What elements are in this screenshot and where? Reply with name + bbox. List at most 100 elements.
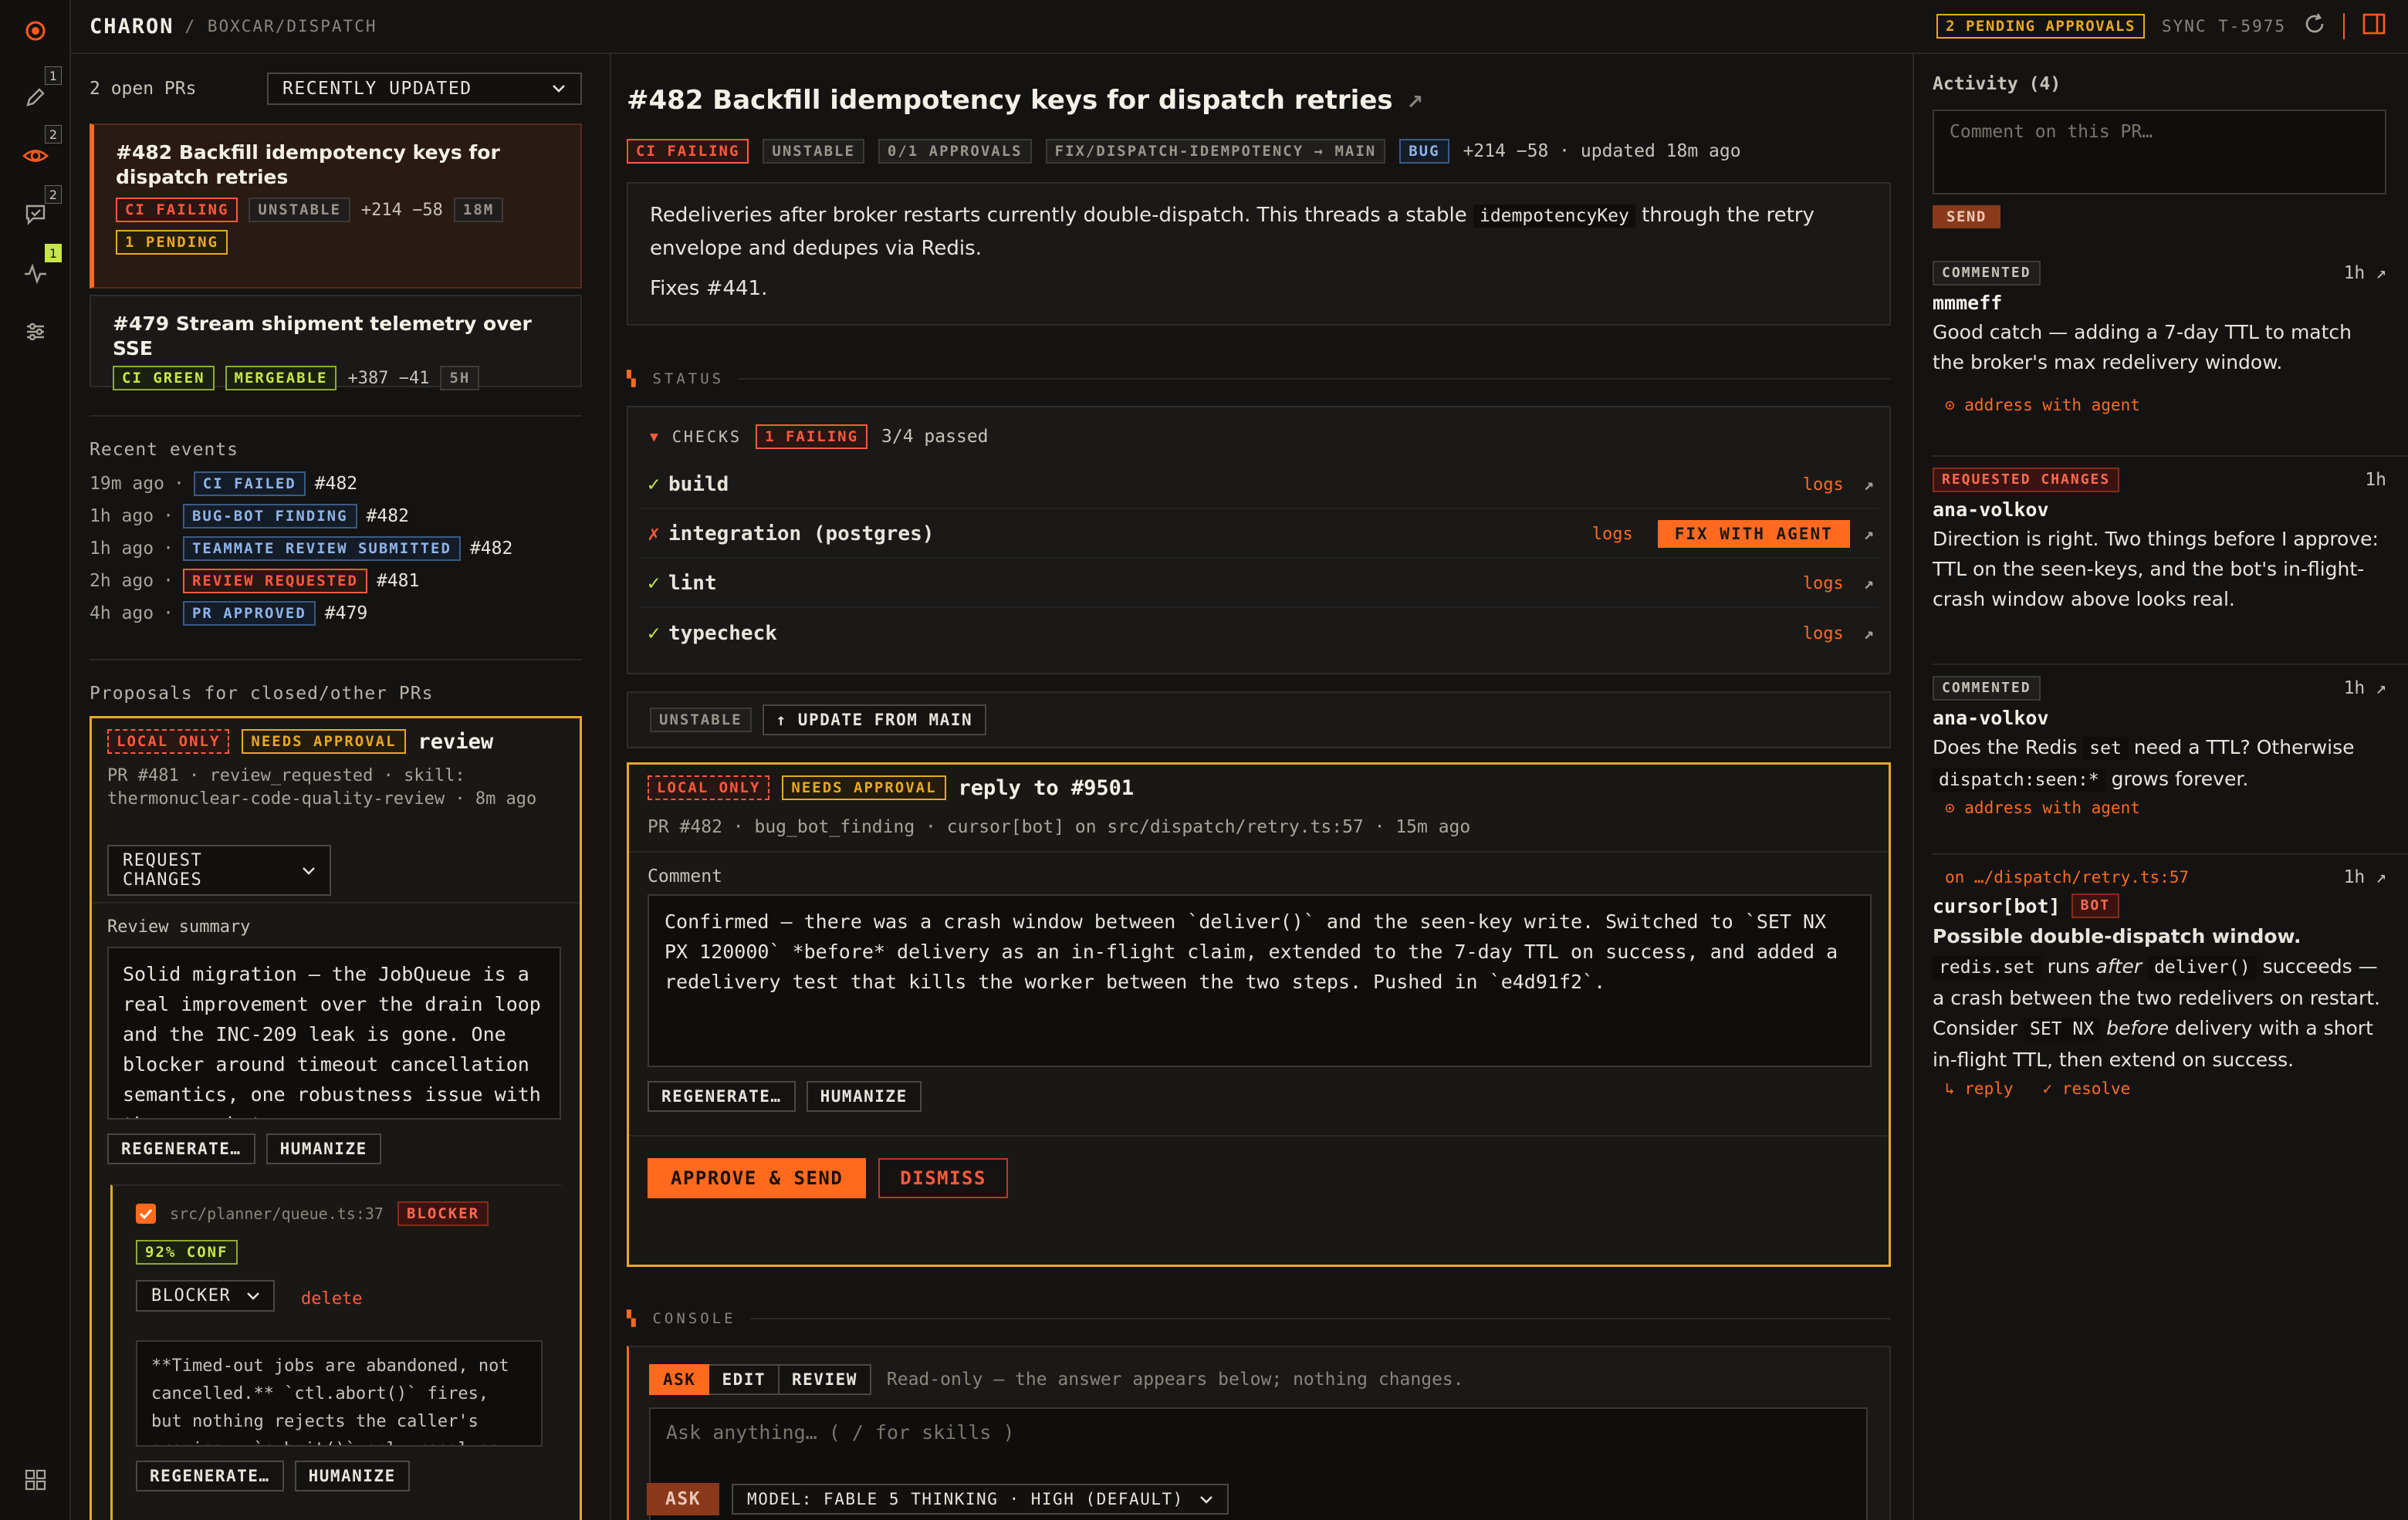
event-tag: REVIEW REQUESTED (182, 569, 367, 593)
activity-user[interactable]: mmmeff (1933, 292, 2386, 314)
event-row[interactable]: 2h ago · REVIEW REQUESTED #481 (90, 565, 582, 597)
sliders-icon[interactable] (20, 316, 51, 347)
tab-edit[interactable]: EDIT (709, 1364, 780, 1395)
address-with-agent-link[interactable]: ⊙ address with agent (1945, 799, 2386, 817)
refresh-icon[interactable] (2303, 12, 2326, 41)
external-link-icon[interactable]: ↗ (1864, 525, 1874, 544)
model-select[interactable]: MODEL: FABLE 5 THINKING · HIGH (DEFAULT) (732, 1484, 1229, 1515)
event-row[interactable]: 19m ago · CI FAILED #482 (90, 468, 582, 500)
needs-approval-badge: NEEDS APPROVAL (782, 775, 946, 800)
check-row-typecheck[interactable]: ✓ typecheck logs ↗ (639, 610, 1879, 657)
breadcrumb[interactable]: / BOXCAR/DISPATCH (185, 17, 377, 35)
diff-meta: +214 −58 · updated 18m ago (1463, 141, 1741, 161)
chevron-down-icon (246, 1286, 260, 1306)
pr-card-479[interactable]: #479 Stream shipment telemetry over SSE … (90, 295, 582, 390)
inline-code: redis.set (1933, 956, 2041, 979)
external-link-icon[interactable]: ↗ (2376, 263, 2386, 283)
pr-title: #479 Stream shipment telemetry over SSE (113, 312, 532, 360)
finding-path[interactable]: src/planner/queue.ts:37 (170, 1204, 384, 1223)
activity-time-value: 1h (2343, 867, 2366, 887)
external-link-icon[interactable]: ↗ (2376, 867, 2386, 887)
external-link-icon[interactable]: ↗ (1406, 91, 1423, 114)
regenerate-button[interactable]: REGENERATE… (107, 1133, 255, 1164)
console-section-label: ▚ CONSOLE (627, 1310, 1891, 1327)
humanize-button[interactable]: HUMANIZE (265, 1133, 381, 1164)
review-summary-textarea[interactable]: Solid migration — the JobQueue is a real… (107, 947, 561, 1120)
activity-time: 1h ↗ (2344, 263, 2386, 283)
delete-finding-link[interactable]: delete (301, 1289, 362, 1309)
activity-body: Good catch — adding a 7-day TTL to match… (1933, 321, 2352, 373)
activity-user[interactable]: ana-volkov (1933, 498, 2386, 521)
rail-badge: 2 (45, 125, 62, 144)
inline-code: set (2083, 737, 2128, 760)
reply-comment-textarea[interactable]: Confirmed — there was a crash window bet… (648, 894, 1872, 1067)
finding-checkbox[interactable] (136, 1204, 156, 1224)
external-link-icon[interactable]: ↗ (1864, 574, 1874, 593)
ask-button[interactable]: ASK (647, 1483, 720, 1515)
eye-icon[interactable] (20, 140, 51, 171)
activity-panel: Activity (4) Comment on this PR… SEND CO… (1913, 54, 2408, 1520)
pr-card-482[interactable]: #482 Backfill idempotency keys for dispa… (90, 123, 582, 289)
model-select-value: MODEL: FABLE 5 THINKING · HIGH (DEFAULT) (747, 1490, 1184, 1508)
divider (629, 1135, 1889, 1137)
external-link-icon[interactable]: ↗ (2376, 678, 2386, 698)
event-separator: · (163, 571, 174, 591)
activity-time-value: 1h (2343, 263, 2366, 283)
pr-comment-input[interactable]: Comment on this PR… (1933, 110, 2386, 194)
regenerate-button[interactable]: REGENERATE… (648, 1081, 796, 1112)
comment-check-icon[interactable] (20, 199, 51, 230)
chevron-down-icon[interactable]: ▼ (650, 429, 658, 445)
event-row[interactable]: 1h ago · BUG-BOT FINDING #482 (90, 500, 582, 532)
rail-badge: 1 (45, 244, 62, 262)
sort-select-value: RECENTLY UPDATED (282, 79, 472, 99)
branch-badge[interactable]: FIX/DISPATCH-IDEMPOTENCY → MAIN (1045, 139, 1386, 164)
needs-approval-badge: NEEDS APPROVAL (242, 729, 406, 754)
tab-review[interactable]: REVIEW (780, 1364, 871, 1395)
sync-status: SYNC T-5975 (2161, 17, 2286, 35)
humanize-button[interactable]: HUMANIZE (294, 1461, 410, 1491)
event-time: 2h ago (90, 571, 154, 591)
divider (738, 378, 1891, 380)
file-path-link[interactable]: on …/dispatch/retry.ts:57 (1945, 868, 2189, 887)
sort-select[interactable]: RECENTLY UPDATED (267, 73, 582, 105)
dismiss-button[interactable]: DISMISS (878, 1158, 1008, 1198)
severity-select[interactable]: BLOCKER (136, 1280, 275, 1312)
address-with-agent-link[interactable]: ⊙ address with agent (1945, 396, 2386, 414)
check-row-build[interactable]: ✓ build logs ↗ (639, 461, 1879, 509)
activity-icon[interactable] (20, 258, 51, 289)
update-from-main-button[interactable]: ↑ UPDATE FROM MAIN (762, 704, 987, 735)
grid-icon[interactable] (20, 1464, 51, 1495)
logs-link[interactable]: logs (1803, 624, 1844, 643)
check-row-lint[interactable]: ✓ lint logs ↗ (639, 560, 1879, 608)
check-row-integration[interactable]: ✗ integration (postgres) logs FIX WITH A… (639, 511, 1879, 559)
humanize-button[interactable]: HUMANIZE (806, 1081, 922, 1112)
reply-meta: PR #482 · bug_bot_finding · cursor[bot] … (648, 817, 1471, 837)
open-pr-count: 2 open PRs (90, 79, 197, 99)
check-pass-icon: ✓ (648, 473, 660, 496)
event-time: 1h ago (90, 539, 154, 559)
resolve-link[interactable]: ✓ resolve (2043, 1079, 2131, 1098)
tab-ask[interactable]: ASK (649, 1364, 710, 1395)
pending-approvals-badge[interactable]: 2 PENDING APPROVALS (1936, 14, 2145, 39)
pencil-icon[interactable] (20, 82, 51, 113)
panel-toggle-icon[interactable] (2362, 12, 2386, 41)
logs-link[interactable]: logs (1803, 574, 1844, 593)
external-link-icon[interactable]: ↗ (1864, 475, 1874, 495)
reply-link[interactable]: ↳ reply (1945, 1079, 2014, 1098)
review-action-select[interactable]: REQUEST CHANGES (107, 845, 331, 896)
logs-link[interactable]: logs (1803, 475, 1844, 495)
reply-title: reply to #9501 (958, 775, 1135, 800)
regenerate-button[interactable]: REGENERATE… (136, 1461, 284, 1491)
finding-textarea[interactable]: **Timed-out jobs are abandoned, not canc… (136, 1340, 543, 1447)
logs-link[interactable]: logs (1592, 525, 1633, 544)
approve-send-button[interactable]: APPROVE & SEND (648, 1158, 867, 1198)
event-time: 4h ago (90, 603, 154, 623)
activity-user[interactable]: cursor[bot] (1933, 895, 2061, 917)
event-separator: · (163, 506, 174, 526)
event-row[interactable]: 1h ago · TEAMMATE REVIEW SUBMITTED #482 (90, 532, 582, 565)
external-link-icon[interactable]: ↗ (1864, 624, 1874, 643)
event-row[interactable]: 4h ago · PR APPROVED #479 (90, 597, 582, 630)
send-comment-button[interactable]: SEND (1933, 205, 2000, 228)
fix-with-agent-button[interactable]: FIX WITH AGENT (1657, 520, 1850, 548)
activity-user[interactable]: ana-volkov (1933, 707, 2386, 729)
